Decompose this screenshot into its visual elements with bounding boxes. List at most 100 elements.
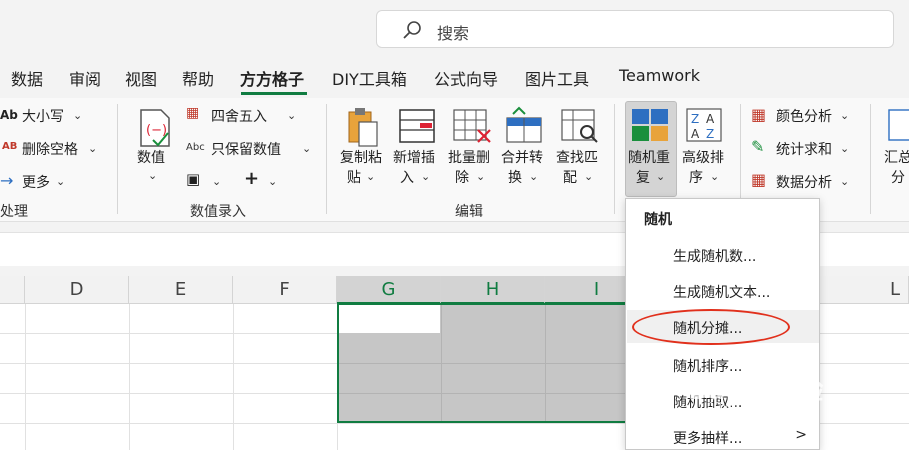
grid-line [339,393,647,394]
group-label-process: 处理 [0,204,28,220]
ribbon-separator [326,104,327,214]
remove-space-icon: AB [2,141,18,152]
abc-icon: Abc [186,142,205,153]
arrow-right-icon: → [0,171,14,190]
plus-icon[interactable]: + [244,168,259,189]
chevron-down-icon: ⌄ [656,170,666,183]
menu-item-generate-random-number[interactable]: 生成随机数... [673,246,756,266]
tab-fangfang[interactable]: 方方格子 [240,66,304,90]
menu-item-generate-random-text[interactable]: 生成随机文本... [673,282,770,302]
advanced-sort-label[interactable]: 高级排 [682,147,724,169]
chevron-down-icon: ⌄ [840,175,850,188]
menu-title: 随机 [644,212,672,228]
grid-line [339,363,647,364]
tab-formula-wizard[interactable]: 公式向导 [434,66,498,90]
column-header[interactable]: E [129,276,233,304]
numeric-button[interactable]: 数值 [137,147,165,169]
chevron-down-icon: ⌄ [88,142,98,155]
copy-paste-label-2[interactable]: 贴 [347,167,361,189]
tab-picture-tools[interactable]: 图片工具 [525,66,589,90]
merge-convert-label[interactable]: 合并转 [501,147,543,169]
numeric-icon: (−) [140,109,170,147]
insert-icon [399,109,435,143]
data-analysis-icon: ▦ [751,170,767,189]
submenu-arrow-icon: > [795,427,807,443]
search-icon [403,21,421,39]
remove-space-button[interactable]: 删除空格 [22,139,78,159]
tab-help[interactable]: 帮助 [182,66,214,90]
copy-paste-icon [348,108,378,147]
batch-delete-icon [453,109,491,143]
random-repeat-label-2: 复 [636,170,650,186]
stats-sum-button[interactable]: 统计求和 [776,139,832,159]
active-tab-indicator [241,92,307,95]
tab-view[interactable]: 视图 [125,66,157,90]
stats-sum-icon: ✎ [751,137,765,156]
random-repeat-label: 随机重 [628,150,670,166]
color-analysis-button[interactable]: 颜色分析 [776,106,832,126]
summary-icon [888,109,909,141]
tab-teamwork[interactable]: Teamwork [619,66,700,85]
column-header-selected[interactable]: G [337,276,441,304]
merge-convert-label-2[interactable]: 换 [508,167,522,189]
tab-diy-toolbox[interactable]: DIY工具箱 [332,66,407,90]
chevron-down-icon: ⌄ [584,170,594,183]
select-all-corner[interactable] [0,276,25,304]
batch-delete-label[interactable]: 批量删 [448,147,490,169]
grid-line [233,304,234,450]
chevron-down-icon: ⌄ [366,170,376,183]
group-label-numeric-input: 数值录入 [190,204,246,220]
find-match-label-2[interactable]: 配 [563,167,577,189]
find-match-icon [561,109,598,143]
merge-convert-icon [506,106,542,143]
insert-label-2[interactable]: 入 [400,167,414,189]
chevron-down-icon: ⌄ [710,170,720,183]
svg-text:A: A [691,127,700,141]
column-header[interactable]: D [25,276,129,304]
chevron-down-icon: ⌄ [148,169,158,182]
grid-line [25,304,26,450]
ribbon-separator [614,104,615,214]
summary-label-2[interactable]: 分 [891,167,905,189]
advanced-sort-label-2[interactable]: 序 [689,167,703,189]
ribbon-separator [117,104,118,214]
insert-label[interactable]: 新增插 [393,147,435,169]
round-icon: ▦ [186,105,200,121]
data-analysis-button[interactable]: 数据分析 [776,172,832,192]
copy-paste-label[interactable]: 复制粘 [340,147,382,169]
case-button[interactable]: 大小写 [22,106,64,126]
advanced-sort-icon: Z A A Z [686,108,722,142]
highlight-annotation-oval [632,309,790,345]
tab-data[interactable]: 数据 [11,66,43,90]
column-header[interactable]: F [233,276,337,304]
group-label-edit: 编辑 [455,204,483,220]
batch-delete-label-2[interactable]: 除 [455,167,469,189]
svg-text:A: A [706,112,715,126]
svg-text:(−): (−) [146,123,167,138]
color-analysis-icon: ▦ [751,105,767,124]
column-header-selected[interactable]: H [441,276,545,304]
chevron-down-icon: ⌄ [421,170,431,183]
more-button[interactable]: 更多 [22,172,50,192]
ribbon-separator [870,104,871,214]
find-match-label[interactable]: 查找匹 [556,147,598,169]
chevron-down-icon: ⌄ [840,109,850,122]
search-placeholder: 搜索 [437,24,470,43]
round-button[interactable]: 四舍五入 [211,106,267,126]
active-cell[interactable] [339,305,440,333]
chevron-down-icon: ⌄ [529,170,539,183]
chevron-down-icon: ⌄ [212,175,222,188]
search-box[interactable]: 搜索 [376,10,894,48]
chevron-down-icon: ⌄ [56,175,66,188]
chevron-down-icon: ⌄ [73,109,83,122]
tab-review[interactable]: 审阅 [69,66,101,90]
keep-numeric-button[interactable]: 只保留数值 [211,139,281,159]
edit-cells-icon[interactable]: ▣ [186,170,200,188]
summary-label[interactable]: 汇总 [884,147,909,169]
chevron-down-icon: ⌄ [476,170,486,183]
chevron-down-icon: ⌄ [302,142,312,155]
svg-text:Z: Z [691,112,699,126]
menu-item-more-sampling[interactable]: 更多抽样... [673,428,742,448]
grid-line [129,304,130,450]
chevron-down-icon: ⌄ [840,142,850,155]
